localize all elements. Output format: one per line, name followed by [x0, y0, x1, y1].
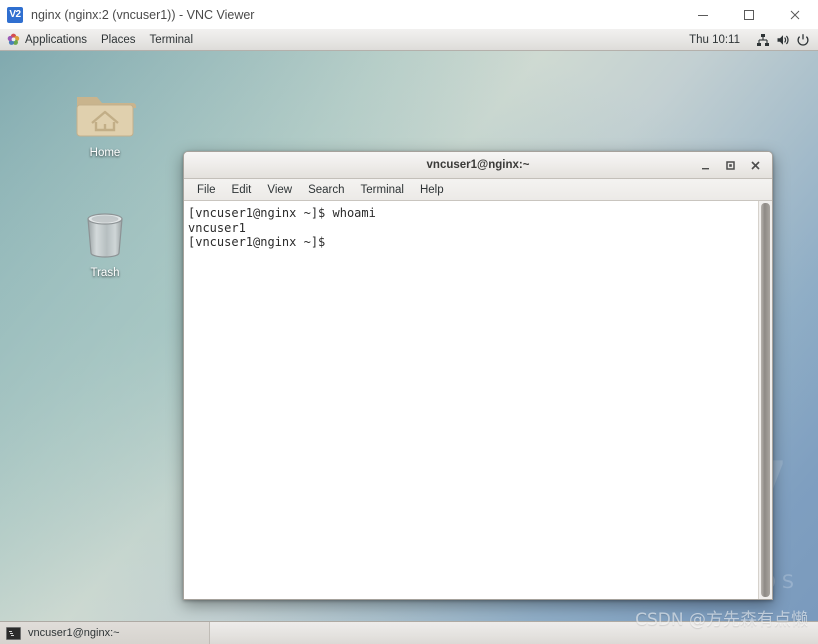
terminal-minimize-button[interactable] — [693, 152, 718, 179]
panel-menu-applications[interactable]: Applications — [0, 29, 94, 51]
vnc-titlebar[interactable]: V2 nginx (nginx:2 (vncuser1)) - VNC View… — [0, 0, 818, 29]
terminal-window-controls — [693, 152, 768, 179]
menu-item-file[interactable]: File — [189, 179, 224, 201]
places-label: Places — [101, 33, 136, 46]
vnc-close-button[interactable] — [772, 0, 818, 29]
terminal-window: vncuser1@nginx:~ File Edit View Search T… — [183, 151, 773, 600]
desktop[interactable]: 7 ntOS Home — [0, 51, 818, 621]
network-icon[interactable] — [755, 32, 771, 48]
menu-item-help[interactable]: Help — [412, 179, 452, 201]
gnome-top-panel: Applications Places Terminal Thu 10:11 — [0, 29, 818, 51]
panel-status-area: Thu 10:11 — [689, 29, 818, 51]
terminal-body[interactable]: [vncuser1@nginx ~]$ whoami vncuser1 [vnc… — [184, 201, 772, 599]
trash-bin-icon — [62, 203, 148, 265]
vnc-app-icon: V2 — [7, 6, 23, 23]
menu-item-search[interactable]: Search — [300, 179, 352, 201]
minimize-icon — [702, 168, 709, 170]
applications-label: Applications — [25, 33, 88, 46]
close-icon — [751, 161, 760, 170]
vnc-window-title: nginx (nginx:2 (vncuser1)) - VNC Viewer — [31, 7, 255, 22]
maximize-icon — [744, 9, 754, 20]
terminal-scrollbar[interactable] — [758, 201, 772, 599]
minimize-icon — [698, 14, 708, 16]
terminal-window-title: vncuser1@nginx:~ — [426, 159, 530, 171]
home-folder-icon — [62, 83, 148, 145]
taskbar-window-button[interactable]: vncuser1@nginx:~ — [0, 621, 210, 644]
terminal-icon — [6, 626, 21, 640]
terminal-scrollbar-thumb[interactable] — [761, 203, 770, 597]
panel-clock[interactable]: Thu 10:11 — [689, 34, 740, 46]
applications-pinwheel-icon — [7, 33, 20, 46]
close-icon — [790, 10, 800, 19]
panel-menu-places[interactable]: Places — [94, 29, 143, 51]
power-icon[interactable] — [795, 32, 811, 48]
menu-item-view[interactable]: View — [259, 179, 300, 201]
taskbar-window-label: vncuser1@nginx:~ — [28, 627, 120, 639]
terminal-close-button[interactable] — [743, 152, 768, 179]
home-icon-label: Home — [89, 147, 121, 159]
volume-icon[interactable] — [775, 32, 791, 48]
trash-icon-label: Trash — [90, 267, 120, 279]
menu-item-edit[interactable]: Edit — [224, 179, 260, 201]
terminal-titlebar[interactable]: vncuser1@nginx:~ — [184, 152, 772, 179]
vnc-maximize-button[interactable] — [726, 0, 772, 29]
terminal-output[interactable]: [vncuser1@nginx ~]$ whoami vncuser1 [vnc… — [184, 201, 758, 599]
csdn-watermark: CSDN @方先森有点懒 — [635, 610, 808, 630]
menu-item-terminal[interactable]: Terminal — [353, 179, 412, 201]
vnc-window-controls — [680, 0, 818, 29]
terminal-maximize-button[interactable] — [718, 152, 743, 179]
panel-menu-terminal[interactable]: Terminal — [143, 29, 200, 51]
terminal-menubar: File Edit View Search Terminal Help — [184, 179, 772, 201]
terminal-menu-label: Terminal — [149, 33, 194, 46]
vnc-minimize-button[interactable] — [680, 0, 726, 29]
desktop-icon-trash[interactable]: Trash — [62, 203, 148, 279]
vnc-viewer-window: V2 nginx (nginx:2 (vncuser1)) - VNC View… — [0, 0, 818, 644]
desktop-icon-home[interactable]: Home — [62, 83, 148, 159]
maximize-icon — [726, 161, 735, 170]
